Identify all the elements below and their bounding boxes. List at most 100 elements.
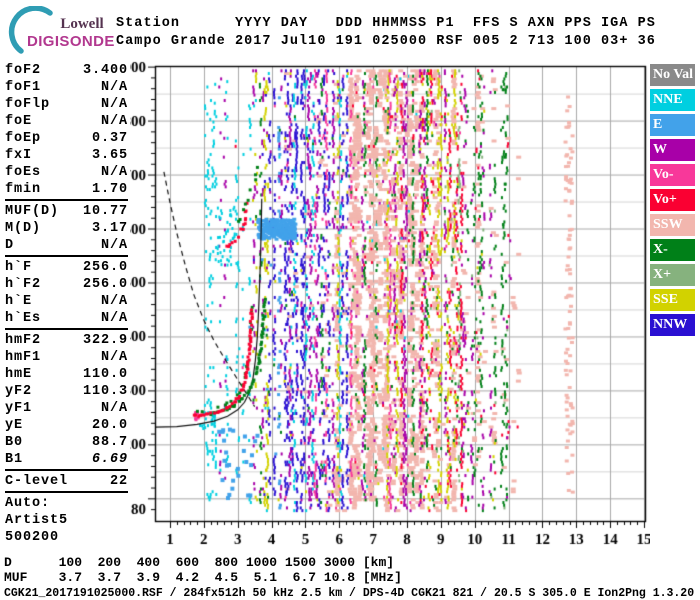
- param-label: fmin: [5, 182, 42, 197]
- legend-item-sse: SSE: [650, 289, 695, 311]
- param-label: yE: [5, 418, 24, 433]
- param-label: D: [5, 238, 15, 253]
- param-label: foFlp: [5, 97, 51, 112]
- param-row-fmin: fmin 1.70: [5, 181, 128, 198]
- param-value: N/A: [100, 114, 128, 129]
- param-value: 6.69: [91, 452, 128, 467]
- param-label: foF1: [5, 80, 42, 95]
- param-label: hmF2: [5, 333, 42, 348]
- param-row-yf1: yF1 N/A: [5, 400, 128, 417]
- param-row-foes: foEs N/A: [5, 164, 128, 181]
- param-row-md: M(D) 3.17: [5, 220, 128, 237]
- param-row-hes: h`Es N/A: [5, 310, 128, 327]
- panel-divider: [5, 328, 128, 330]
- param-value: 22: [109, 474, 128, 489]
- param-row-d: D N/A: [5, 237, 128, 254]
- param-value: 110.3: [82, 384, 128, 399]
- param-row-hf2: h`F2 256.0: [5, 276, 128, 293]
- autoscaling-text: 500200: [5, 530, 60, 545]
- autoscaling-text: Artist5: [5, 513, 69, 528]
- param-label: hmE: [5, 367, 33, 382]
- param-label: h`E: [5, 294, 33, 309]
- param-label: B1: [5, 452, 24, 467]
- logo-lowell-text: Lowell: [60, 16, 104, 32]
- param-label: h`Es: [5, 311, 42, 326]
- legend-item-vo: Vo-: [650, 164, 695, 186]
- param-value: 3.400: [82, 63, 128, 78]
- param-row-hme: hmE 110.0: [5, 366, 128, 383]
- param-value: 322.9: [82, 333, 128, 348]
- autoscaling-info: Artist5: [5, 512, 128, 529]
- legend-item-nne: NNE: [650, 89, 695, 111]
- param-value: N/A: [100, 311, 128, 326]
- ionogram-plot: [130, 58, 650, 554]
- param-row-foep: foEp 0.37: [5, 130, 128, 147]
- param-value: 1.70: [91, 182, 128, 197]
- param-row-fxi: fxI 3.65: [5, 147, 128, 164]
- digisonde-logo: Lowell DIGISONDE: [4, 4, 119, 54]
- param-row-hmf2: hmF2 322.9: [5, 332, 128, 349]
- logo-digisonde-text: DIGISONDE: [27, 33, 115, 50]
- param-label: h`F2: [5, 277, 42, 292]
- distance-scale-row: D 100 200 400 600 800 1000 1500 3000 [km…: [4, 555, 395, 570]
- param-row-foflp: foFlp N/A: [5, 96, 128, 113]
- param-value: 110.0: [82, 367, 128, 382]
- param-value: 3.17: [91, 221, 128, 236]
- param-row-foe: foE N/A: [5, 113, 128, 130]
- legend-item-w: W: [650, 139, 695, 161]
- autoscaling-info: Auto:: [5, 495, 128, 512]
- param-value: N/A: [100, 80, 128, 95]
- param-value: N/A: [100, 294, 128, 309]
- param-label: foF2: [5, 63, 42, 78]
- panel-divider: [5, 491, 128, 493]
- param-label: MUF(D): [5, 204, 60, 219]
- legend-item-x: X-: [650, 239, 695, 261]
- legend-item-e: E: [650, 114, 695, 136]
- param-row-mufd: MUF(D) 10.77: [5, 203, 128, 220]
- param-label: foEp: [5, 131, 42, 146]
- param-label: foE: [5, 114, 33, 129]
- legend-item-ssw: SSW: [650, 214, 695, 236]
- param-value: 3.65: [91, 148, 128, 163]
- param-row-fof1: foF1 N/A: [5, 79, 128, 96]
- header-line-fields: Station YYYY DAY DDD HHMMSS P1 FFS S AXN…: [116, 16, 656, 31]
- muf-scale-row: MUF 3.7 3.7 3.9 4.2 4.5 5.1 6.7 10.8 [MH…: [4, 570, 402, 585]
- param-row-yf2: yF2 110.3: [5, 383, 128, 400]
- param-value: 0.37: [91, 131, 128, 146]
- param-value: N/A: [100, 97, 128, 112]
- panel-divider: [5, 199, 128, 201]
- param-value: N/A: [100, 238, 128, 253]
- autoscaling-text: Auto:: [5, 496, 51, 511]
- param-label: fxI: [5, 148, 33, 163]
- param-row-hmf1: hmF1 N/A: [5, 349, 128, 366]
- param-value: 88.7: [91, 435, 128, 450]
- param-label: M(D): [5, 221, 42, 236]
- legend-item-nnw: NNW: [650, 314, 695, 336]
- param-row-fof2: foF2 3.400: [5, 62, 128, 79]
- param-value: 10.77: [82, 204, 128, 219]
- echo-direction-legend: No Val NNE E W Vo- Vo+ SSW X- X+ SSE NNW: [650, 64, 696, 339]
- param-label: hmF1: [5, 350, 42, 365]
- param-label: yF1: [5, 401, 33, 416]
- param-row-b1: B1 6.69: [5, 451, 128, 468]
- panel-divider: [5, 255, 128, 257]
- param-label: C-level: [5, 474, 69, 489]
- param-value: 256.0: [82, 260, 128, 275]
- header-line-values: Campo Grande 2017 Jul10 191 025000 RSF 0…: [116, 34, 656, 49]
- param-value: N/A: [100, 165, 128, 180]
- param-label: yF2: [5, 384, 33, 399]
- ionogram-screen: Lowell DIGISONDE Station YYYY DAY DDD HH…: [0, 0, 700, 600]
- panel-divider: [5, 469, 128, 471]
- legend-item-x: X+: [650, 264, 695, 286]
- param-value: N/A: [100, 401, 128, 416]
- status-line: CGK21_2017191025000.RSF / 284fx512h 50 k…: [4, 587, 695, 600]
- legend-item-vo: Vo+: [650, 189, 695, 211]
- param-label: foEs: [5, 165, 42, 180]
- param-value: 20.0: [91, 418, 128, 433]
- autoscaling-info: 500200: [5, 529, 128, 546]
- legend-item-noval: No Val: [650, 64, 695, 86]
- param-row-clevel: C-level 22: [5, 473, 128, 490]
- param-value: 256.0: [82, 277, 128, 292]
- param-row-hf: h`F 256.0: [5, 259, 128, 276]
- parameter-panel: foF2 3.400 foF1 N/A foFlp N/A foE N/A foEp 0.37 fx…: [5, 62, 128, 546]
